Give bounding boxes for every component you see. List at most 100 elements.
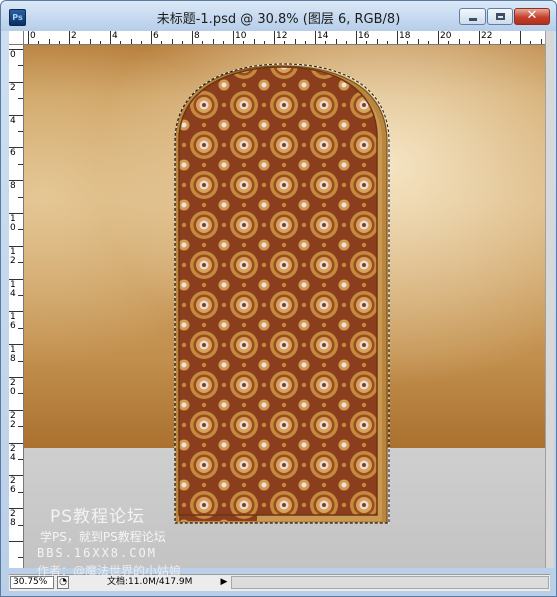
ruler-label: 2 4 — [10, 443, 16, 463]
ruler-label: 12 — [276, 31, 288, 41]
ruler-tick — [18, 163, 23, 165]
ruler-label: 2 6 — [10, 476, 16, 496]
ruler-tick — [18, 426, 23, 428]
ruler-minor-tick — [140, 41, 142, 44]
ruler-minor-tick — [38, 41, 40, 44]
title-bar[interactable]: Ps 未标题-1.psd @ 30.8% (图层 6, RGB/8) ✕ — [1, 1, 556, 31]
ruler-tick — [18, 262, 23, 264]
ruler-label: 1 4 — [10, 279, 16, 299]
ruler-tick — [18, 131, 23, 132]
ruler-tick — [18, 196, 23, 198]
ruler-tick — [18, 491, 23, 493]
ruler-minor-tick — [120, 41, 122, 44]
ruler-label: 6 — [10, 148, 16, 159]
ruler-tick — [499, 39, 501, 44]
ruler-tick — [69, 31, 70, 44]
ruler-tick — [356, 31, 357, 44]
ruler-minor-tick — [345, 41, 347, 44]
ruler-origin[interactable] — [9, 31, 24, 45]
ruler-tick — [479, 31, 480, 44]
ruler-label: 1 8 — [10, 345, 16, 365]
ruler-label: 2 0 — [10, 378, 16, 397]
maximize-button[interactable] — [487, 8, 513, 25]
ruler-minor-tick — [386, 41, 388, 44]
watermark-author: 作者：@魔法世界的小姑娘 — [37, 564, 182, 578]
ruler-label: 14 — [317, 31, 329, 41]
ruler-tick — [458, 39, 460, 44]
horizontal-scrollbar[interactable] — [231, 576, 549, 589]
ruler-tick — [376, 39, 378, 44]
document-canvas[interactable] — [24, 45, 545, 568]
ruler-tick — [18, 524, 23, 526]
arch-artwork — [174, 63, 390, 524]
watermark-url: BBS.16XX8.COM — [37, 546, 157, 560]
ruler-minor-tick — [530, 41, 532, 44]
ruler-tick — [438, 31, 439, 44]
close-button[interactable]: ✕ — [514, 8, 550, 25]
vertical-scrollbar[interactable] — [545, 31, 554, 568]
minimize-button[interactable] — [459, 8, 486, 25]
ruler-minor-tick — [161, 41, 163, 44]
ruler-tick — [274, 31, 275, 44]
ruler-tick — [192, 31, 193, 44]
ruler-tick — [18, 459, 23, 460]
ruler-tick — [18, 327, 23, 329]
ruler-label: 2 — [71, 31, 77, 41]
ruler-tick — [417, 39, 419, 44]
ruler-tick — [233, 31, 234, 44]
ruler-minor-tick — [448, 41, 450, 44]
ruler-minor-tick — [489, 41, 491, 44]
ruler-minor-tick — [284, 41, 286, 44]
ruler-tick — [48, 39, 50, 44]
ruler-label: 4 — [10, 115, 16, 126]
ruler-label: 2 2 — [10, 410, 16, 430]
ruler-label: 1 6 — [10, 312, 16, 332]
ruler-tick — [520, 31, 521, 44]
ruler-tick — [18, 295, 23, 296]
watermark-title: PS教程论坛 — [50, 507, 146, 527]
ruler-minor-tick — [509, 41, 511, 44]
ruler-tick — [9, 541, 23, 542]
vertical-ruler[interactable]: 0 2 4 6 8 1 0 1 2 1 4 1 6 1 8 2 0 2 2 2 4 2 6 2 8 — [9, 45, 24, 568]
ruler-tick — [315, 31, 316, 44]
maximize-icon — [496, 13, 505, 20]
ruler-minor-tick — [325, 41, 327, 44]
ruler-tick — [151, 31, 152, 44]
ruler-label: 18 — [399, 31, 411, 41]
ruler-tick — [89, 39, 91, 44]
ruler-tick — [294, 39, 296, 44]
ruler-tick — [18, 393, 23, 395]
ruler-tick — [540, 39, 542, 44]
close-icon: ✕ — [526, 8, 538, 23]
ruler-minor-tick — [263, 41, 265, 44]
ruler-minor-tick — [468, 41, 470, 44]
ruler-minor-tick — [79, 41, 81, 44]
ruler-label: 2 8 — [10, 509, 16, 529]
ruler-minor-tick — [222, 41, 224, 44]
ruler-minor-tick — [243, 41, 245, 44]
ruler-tick — [18, 65, 23, 67]
ruler-minor-tick — [407, 41, 409, 44]
ruler-tick — [335, 39, 337, 44]
ruler-label: 6 — [153, 31, 159, 41]
ruler-label: 4 — [112, 31, 118, 41]
ruler-minor-tick — [427, 41, 429, 44]
ruler-tick — [18, 557, 23, 559]
ruler-minor-tick — [304, 41, 306, 44]
ruler-tick — [18, 360, 23, 362]
ruler-tick — [253, 39, 255, 44]
ruler-minor-tick — [366, 41, 368, 44]
horizontal-ruler[interactable]: 0 2 4 6 8 10 12 14 16 18 20 22 — [24, 31, 545, 45]
ruler-minor-tick — [202, 41, 204, 44]
ruler-minor-tick — [99, 41, 101, 44]
ruler-tick — [171, 39, 173, 44]
status-menu-arrow-icon[interactable]: ▶ — [219, 576, 229, 589]
ruler-tick — [397, 31, 398, 44]
ruler-tick — [28, 31, 29, 44]
ruler-tick — [18, 98, 23, 100]
ruler-label: 1 0 — [10, 214, 16, 233]
ruler-tick — [130, 39, 132, 44]
ruler-minor-tick — [181, 41, 183, 44]
watermark-subtitle: 学PS，就到PS教程论坛 — [40, 530, 166, 544]
ruler-tick — [110, 31, 111, 44]
